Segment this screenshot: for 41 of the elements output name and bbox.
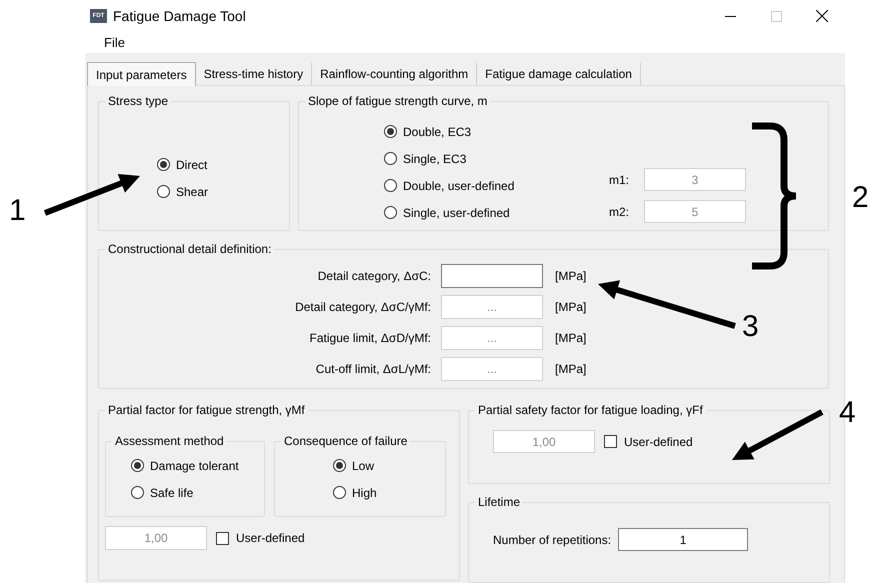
input-field[interactable]: 1 <box>618 528 748 551</box>
input-field[interactable] <box>441 264 543 288</box>
field-label: Detail category, ΔσC/γMf: <box>294 299 431 316</box>
tab[interactable]: Input parameters <box>87 62 196 86</box>
menu-item[interactable]: File <box>104 33 125 53</box>
radio-circle[interactable] <box>384 125 397 138</box>
radio-button[interactable]: Shear <box>157 178 289 205</box>
field-label: m1: <box>609 172 630 188</box>
group-title: Slope of fatigue strength curve, m <box>307 93 488 110</box>
callout-number: 1 <box>9 196 26 226</box>
field-label: Fatigue limit, ΔσD/γMf: <box>308 330 431 347</box>
unit-label: [MPa] <box>555 299 586 316</box>
field-label: Detail category, ΔσC: <box>316 268 431 285</box>
radio-button[interactable]: Single, EC3 <box>384 145 514 172</box>
field-label: Number of repetitions: <box>493 532 612 548</box>
group-title: Stress type <box>107 93 170 110</box>
close-icon <box>816 10 828 22</box>
group-title: Lifetime <box>477 494 522 511</box>
group-title: Constructional detail definition: <box>107 241 272 258</box>
tab[interactable]: Fatigue damage calculation <box>477 63 641 85</box>
radio-button[interactable]: Double, EC3 <box>384 118 514 145</box>
group-title: Assessment method <box>114 433 225 450</box>
radio-circle[interactable] <box>157 158 170 171</box>
radio-button[interactable]: Double, user-defined <box>384 172 514 199</box>
window-title: Fatigue Damage Tool <box>113 6 246 26</box>
field-label: m2: <box>609 204 630 220</box>
callout-number: 4 <box>839 398 856 428</box>
tab[interactable]: Stress-time history <box>196 63 312 85</box>
field-label: Cut-off limit, ΔσL/γMf: <box>314 361 431 378</box>
group-title: Consequence of failure <box>283 433 408 450</box>
callout-number: 2 <box>852 183 869 213</box>
tab[interactable]: Rainflow-counting algorithm <box>312 63 478 85</box>
maximize-icon <box>770 10 782 22</box>
unit-label: [MPa] <box>555 330 586 347</box>
unit-label: [MPa] <box>555 361 586 378</box>
callout-number: 3 <box>742 312 759 342</box>
group-title: Partial factor for fatigue strength, γMf <box>107 402 306 419</box>
radio-button[interactable]: Single, user-defined <box>384 199 514 226</box>
group-title: Partial safety factor for fatigue loading, γFf <box>477 402 704 419</box>
radio-button[interactable]: Direct <box>157 151 289 178</box>
unit-label: [MPa] <box>555 268 586 285</box>
